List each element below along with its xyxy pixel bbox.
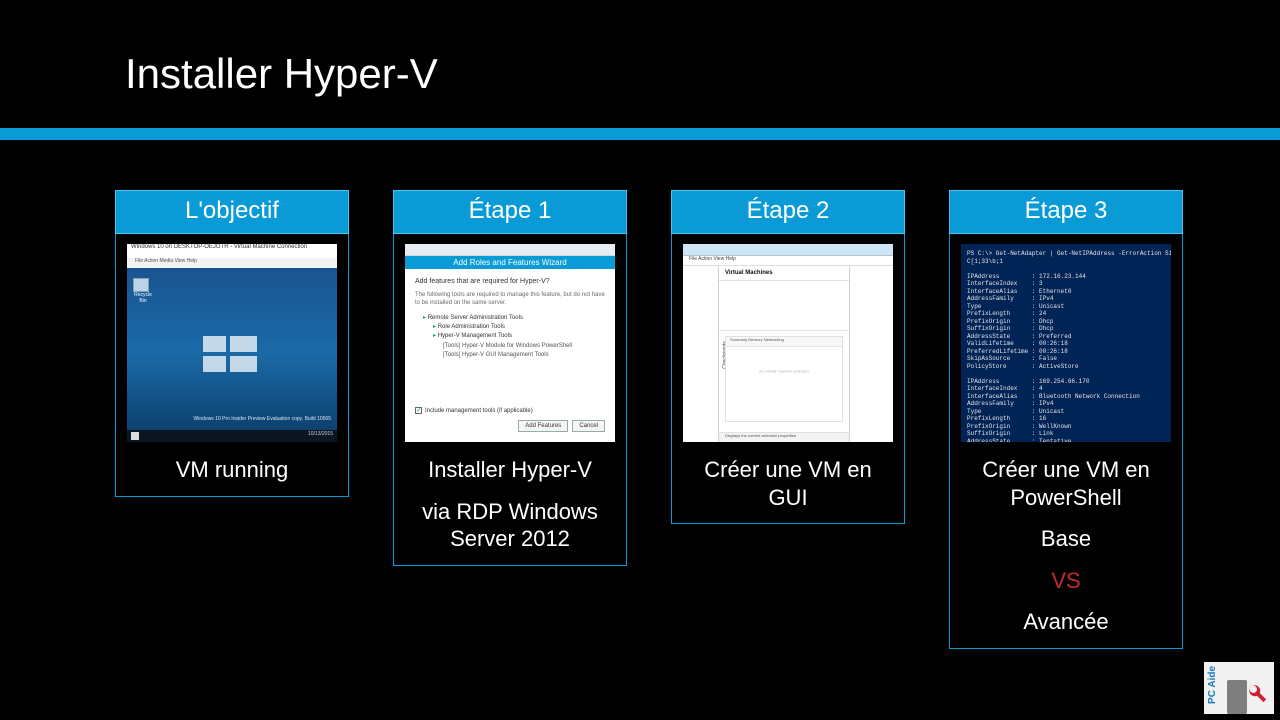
pc-aide-logo: PC Aide xyxy=(1204,662,1274,714)
hv-panel-placeholder: No virtual machine selected xyxy=(759,368,808,373)
card-body: Windows 10 on DESKTOP-OEJGTR - Virtual M… xyxy=(115,234,349,497)
card-body: Add Roles and Features Wizard Add featur… xyxy=(393,234,627,566)
hv-actions-pane xyxy=(849,266,893,442)
hv-statusbar: Displays the current selection propertie… xyxy=(719,432,849,442)
accent-divider xyxy=(0,128,1280,140)
wizard-tree: Remote Server Administration Tools Role … xyxy=(415,314,605,360)
wizard-lead: Add features that are required for Hyper… xyxy=(415,277,605,287)
card-body: PS C:\> Get-NetAdapter | Get-NetIPAddres… xyxy=(949,234,1183,649)
thumbnail-vm-desktop: Windows 10 on DESKTOP-OEJGTR - Virtual M… xyxy=(127,244,337,442)
card-caption: VM running xyxy=(176,456,289,484)
wrench-icon xyxy=(1246,682,1268,704)
pc-tower-icon xyxy=(1227,680,1247,714)
ps-terminal: PS C:\> Get-NetAdapter | Get-NetIPAddres… xyxy=(961,244,1171,442)
vm-menubar-text: File Action Media View Help xyxy=(135,258,197,264)
eval-watermark: Windows 10 Pro Insider Preview Evaluatio… xyxy=(194,416,331,422)
card-caption: Créer une VM en GUI xyxy=(684,456,892,511)
recycle-bin-icon: Recycle Bin xyxy=(133,278,153,300)
card-row: L'objectif Windows 10 on DESKTOP-OEJGTR … xyxy=(115,190,1185,649)
vm-titlebar-text: Windows 10 on DESKTOP-OEJGTR - Virtual M… xyxy=(131,244,307,250)
card-etape-2: Étape 2 Hyper-V Manager File Action View… xyxy=(671,190,905,524)
hv-tree-pane xyxy=(683,266,719,442)
thumbnail-hyperv-manager: Hyper-V Manager File Action View Help Vi… xyxy=(683,244,893,442)
card-caption: Créer une VM en PowerShell Base VS Avanc… xyxy=(962,456,1170,636)
slide: Installer Hyper-V L'objectif Windows 10 … xyxy=(0,0,1280,720)
page-title: Installer Hyper-V xyxy=(125,50,438,98)
thumbnail-powershell: PS C:\> Get-NetAdapter | Get-NetIPAddres… xyxy=(961,244,1171,442)
windows-logo-icon xyxy=(203,336,259,376)
hv-vm-header: Virtual Machines xyxy=(719,266,849,281)
checkbox-icon xyxy=(415,407,422,414)
wizard-subtext: The following tools are required to mana… xyxy=(415,291,605,308)
clock-text: 10/13/2015 xyxy=(308,431,333,437)
hv-panel-tabs: Summary Memory Networking xyxy=(726,337,842,347)
card-header: L'objectif xyxy=(115,190,349,234)
card-etape-3: Étape 3 PS C:\> Get-NetAdapter | Get-Net… xyxy=(949,190,1183,649)
add-features-button: Add Features xyxy=(518,420,568,432)
card-objectif: L'objectif Windows 10 on DESKTOP-OEJGTR … xyxy=(115,190,349,497)
start-button-icon xyxy=(131,432,139,440)
card-header: Étape 3 xyxy=(949,190,1183,234)
thumbnail-wizard: Add Roles and Features Wizard Add featur… xyxy=(405,244,615,442)
hv-main-pane: Virtual Machines Checkpoints Summary Mem… xyxy=(719,266,849,442)
cancel-button: Cancel xyxy=(572,420,605,432)
card-caption: Installer Hyper-V via RDP Windows Server… xyxy=(406,456,614,553)
card-body: Hyper-V Manager File Action View Help Vi… xyxy=(671,234,905,524)
hv-menubar: File Action View Help xyxy=(683,256,893,266)
wizard-banner: Add Roles and Features Wizard xyxy=(405,256,615,269)
card-header: Étape 2 xyxy=(671,190,905,234)
card-etape-1: Étape 1 Add Roles and Features Wizard Ad… xyxy=(393,190,627,566)
card-header: Étape 1 xyxy=(393,190,627,234)
taskbar: 10/13/2015 xyxy=(127,430,337,442)
logo-text: PC Aide xyxy=(1207,666,1218,704)
wizard-checkbox-row: Include management tools (if applicable) xyxy=(415,407,533,414)
